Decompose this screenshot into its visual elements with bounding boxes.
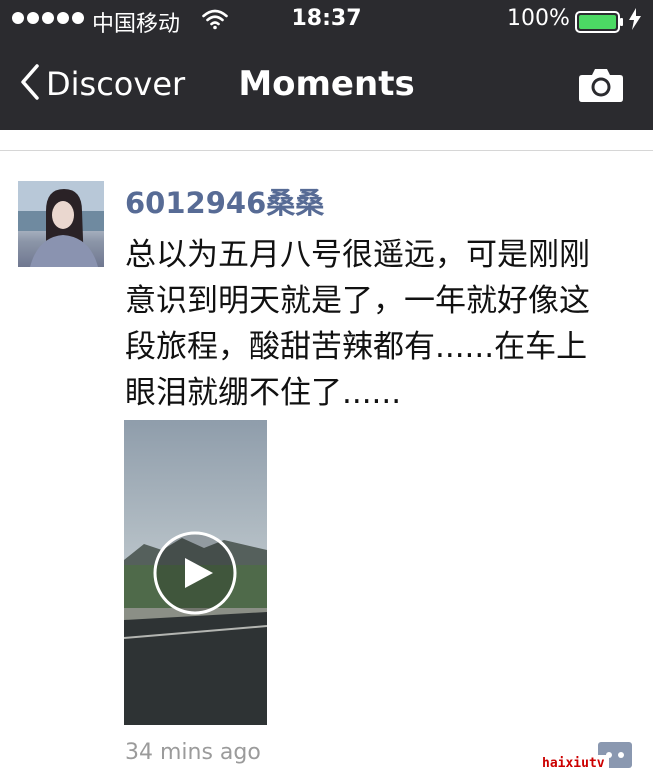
navigation-bar: Discover Moments xyxy=(0,40,653,130)
back-button-label: Discover xyxy=(46,65,186,103)
chevron-left-icon xyxy=(20,64,40,104)
battery-full-icon xyxy=(575,11,625,39)
top-bar: 中国移动 18:37 100% Discover Moments xyxy=(0,0,653,130)
watermark-text: haixiutv xyxy=(538,755,609,772)
video-thumbnail[interactable] xyxy=(124,420,267,725)
camera-icon xyxy=(579,69,623,102)
divider xyxy=(0,150,653,151)
post-text: 总以为五月八号很遥远，可是刚刚 意识到明天就是了，一年就好像这 段旅程，酸甜苦辣… xyxy=(125,237,590,411)
post-username[interactable]: 6012946桑桑 xyxy=(125,180,324,222)
back-button[interactable]: Discover xyxy=(20,64,185,104)
lightning-bolt-icon xyxy=(628,8,642,36)
play-icon xyxy=(153,531,237,619)
battery-percentage: 100% xyxy=(507,6,570,31)
avatar[interactable] xyxy=(18,181,104,267)
camera-button[interactable] xyxy=(578,67,624,107)
status-bar: 中国移动 18:37 100% xyxy=(0,0,653,40)
post-timestamp: 34 mins ago xyxy=(125,740,261,765)
